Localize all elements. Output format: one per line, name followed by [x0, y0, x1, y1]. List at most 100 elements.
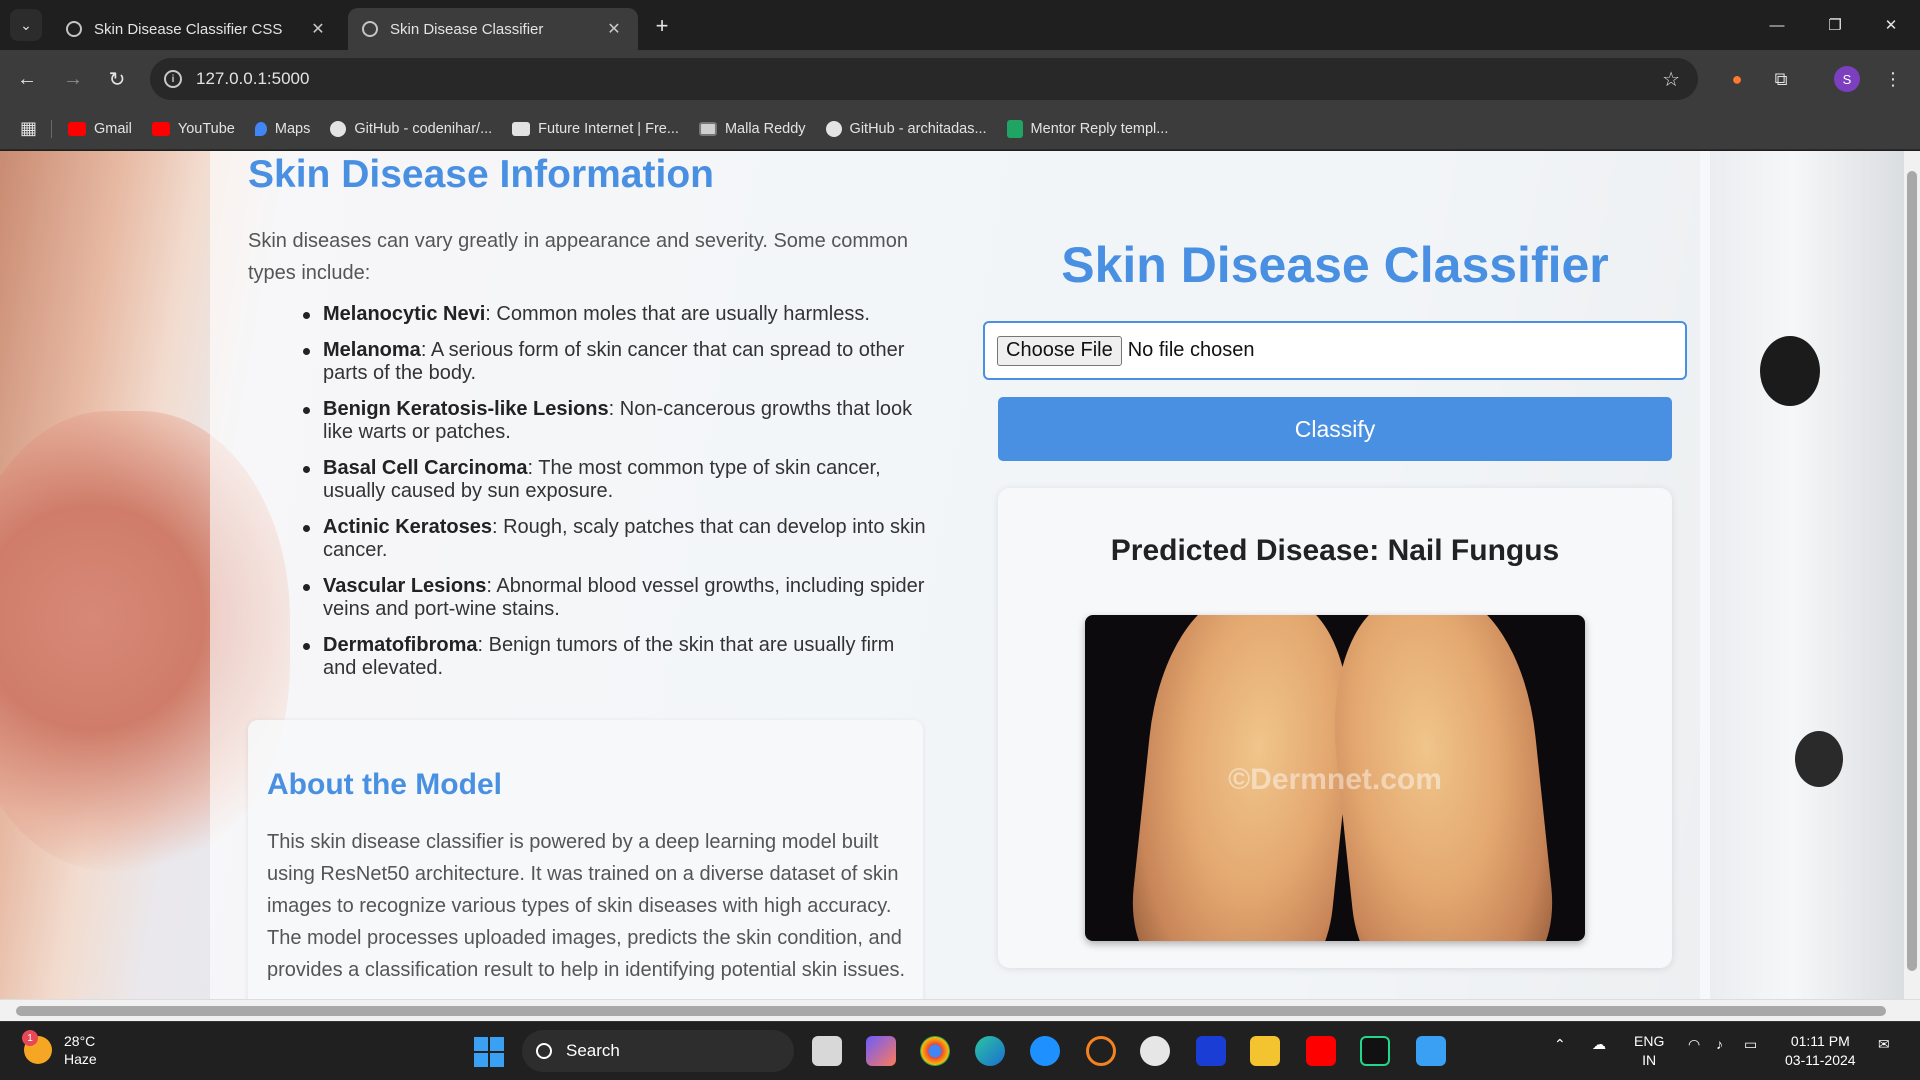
- app-icon[interactable]: [1196, 1036, 1226, 1066]
- notification-badge: 1: [22, 1030, 38, 1046]
- youtube-icon: [68, 121, 87, 136]
- about-title: About the Model: [267, 768, 502, 801]
- forward-button[interactable]: →: [58, 64, 88, 94]
- scrollbar-thumb[interactable]: [1907, 171, 1917, 971]
- decorative-shape: [1795, 731, 1843, 787]
- search-icon: [536, 1043, 552, 1059]
- restore-button[interactable]: ❐: [1806, 0, 1864, 50]
- clock[interactable]: 01:11 PM 03-11-2024: [1785, 1032, 1856, 1070]
- main-container: Skin Disease Information Skin diseases c…: [210, 151, 1710, 999]
- about-text: This skin disease classifier is powered …: [267, 831, 906, 981]
- back-button[interactable]: ←: [12, 64, 42, 94]
- page-viewport: Skin Disease Information Skin diseases c…: [0, 151, 1904, 999]
- extension-icon[interactable]: ●: [1724, 66, 1750, 92]
- language-indicator[interactable]: ENG IN: [1634, 1032, 1664, 1070]
- wifi-icon[interactable]: ◠: [1688, 1036, 1700, 1053]
- tab-title: Skin Disease Classifier: [390, 20, 544, 38]
- close-tab-icon[interactable]: ✕: [604, 19, 624, 39]
- tab-skin-classifier[interactable]: Skin Disease Classifier ✕: [348, 8, 638, 50]
- disease-name: Dermatofibroma: [323, 634, 478, 656]
- notification-icon[interactable]: ✉: [1878, 1036, 1890, 1053]
- profile-avatar[interactable]: S: [1834, 66, 1860, 92]
- minimize-icon: —: [1769, 16, 1785, 34]
- volume-icon[interactable]: ♪: [1716, 1036, 1723, 1052]
- info-intro: Skin diseases can vary greatly in appear…: [248, 230, 908, 284]
- chrome-icon[interactable]: [920, 1036, 950, 1066]
- choose-file-button[interactable]: Choose File: [997, 335, 1122, 366]
- disease-name: Basal Cell Carcinoma: [323, 457, 528, 479]
- taskbar-search[interactable]: Search: [522, 1030, 794, 1072]
- bookmark-github-architadas[interactable]: GitHub - architadas...: [825, 120, 987, 137]
- tab-skin-classifier-css[interactable]: Skin Disease Classifier CSS ✕: [52, 8, 342, 50]
- kebab-menu-icon[interactable]: ⋮: [1880, 66, 1906, 92]
- address-bar[interactable]: i 127.0.0.1:5000 ☆: [150, 58, 1698, 100]
- close-window-button[interactable]: ✕: [1862, 0, 1920, 50]
- disease-desc: : Common moles that are usually harmless…: [485, 303, 870, 325]
- list-item: Dermatofibroma: Benign tumors of the ski…: [303, 634, 933, 680]
- close-icon: ✕: [1884, 17, 1898, 34]
- start-button[interactable]: [474, 1037, 504, 1067]
- battery-icon[interactable]: ▭: [1744, 1036, 1757, 1053]
- app-icon[interactable]: [1140, 1036, 1170, 1066]
- classify-button[interactable]: Classify: [998, 397, 1672, 461]
- bookmark-label: Mentor Reply templ...: [1030, 120, 1169, 137]
- image-watermark: ©Dermnet.com: [1228, 763, 1442, 796]
- site-info-icon[interactable]: i: [164, 70, 182, 88]
- list-item: Actinic Keratoses: Rough, scaly patches …: [303, 516, 933, 562]
- bookmark-label: GitHub - architadas...: [849, 120, 987, 137]
- bookmark-future-internet[interactable]: Future Internet | Fre...: [512, 121, 679, 137]
- edge-icon[interactable]: [975, 1036, 1005, 1066]
- weather-text: 28°C Haze: [64, 1032, 97, 1068]
- scrollbar-thumb[interactable]: [16, 1006, 1886, 1016]
- task-view-icon[interactable]: [812, 1036, 842, 1066]
- minimize-button[interactable]: —: [1748, 0, 1806, 50]
- bookmark-mentor-reply[interactable]: Mentor Reply templ...: [1006, 119, 1169, 138]
- bookmark-star-icon[interactable]: ☆: [1662, 67, 1680, 92]
- bookmark-gmail[interactable]: Gmail: [68, 121, 132, 137]
- reload-button[interactable]: ↻: [102, 64, 132, 94]
- bookmark-label: Future Internet | Fre...: [538, 120, 679, 137]
- bookmark-maps[interactable]: Maps: [254, 120, 311, 137]
- favicon-icon: [362, 21, 378, 37]
- close-tab-icon[interactable]: ✕: [308, 19, 328, 39]
- new-tab-button[interactable]: +: [648, 12, 676, 40]
- result-card: Predicted Disease: Nail Fungus ©Dermnet.…: [998, 488, 1672, 968]
- reload-icon: ↻: [108, 68, 126, 91]
- browser-toolbar: ← → ↻ i 127.0.0.1:5000 ☆ ● ⧉ ⋮: [0, 50, 1920, 108]
- tab-search-button[interactable]: ⌄: [10, 9, 42, 41]
- youtube-icon[interactable]: [1306, 1036, 1336, 1066]
- bookmark-label: Maps: [274, 120, 311, 137]
- file-input[interactable]: Choose File No file chosen: [983, 321, 1687, 380]
- classifier-title: Skin Disease Classifier: [1061, 237, 1609, 293]
- restore-icon: ❐: [1828, 17, 1842, 34]
- info-title: Skin Disease Information: [248, 153, 714, 196]
- chevron-up-icon[interactable]: ⌃: [1554, 1036, 1566, 1053]
- list-item: Benign Keratosis-like Lesions: Non-cance…: [303, 398, 933, 444]
- notepad-icon[interactable]: [1416, 1036, 1446, 1066]
- cloud-offline-icon[interactable]: ☁: [1592, 1036, 1606, 1053]
- bookmark-label: Malla Reddy: [724, 120, 806, 137]
- bookmark-github-codenihar[interactable]: GitHub - codenihar/...: [330, 120, 493, 137]
- tab-strip: ⌄ Skin Disease Classifier CSS ✕ Skin Dis…: [0, 0, 1920, 50]
- temperature: 28°C: [64, 1033, 96, 1049]
- app-icon[interactable]: [1030, 1036, 1060, 1066]
- horizontal-scrollbar[interactable]: [0, 999, 1920, 1021]
- copilot-icon[interactable]: [866, 1036, 896, 1066]
- bookmark-malla-reddy[interactable]: Malla Reddy: [698, 120, 806, 137]
- bookmark-youtube[interactable]: YouTube: [151, 121, 235, 137]
- file-status-text: No file chosen: [1127, 339, 1255, 361]
- bookmark-label: Gmail: [94, 120, 132, 137]
- weather-widget[interactable]: 1 28°C Haze: [22, 1030, 97, 1068]
- sheets-icon: [1006, 119, 1023, 138]
- weather-condition: Haze: [64, 1051, 97, 1067]
- bookmark-label: GitHub - codenihar/...: [354, 120, 493, 137]
- apps-grid-icon[interactable]: ▦: [20, 118, 37, 139]
- vertical-scrollbar[interactable]: [1904, 151, 1920, 999]
- windows-logo-icon: [474, 1053, 488, 1067]
- extensions-puzzle-icon[interactable]: ⧉: [1768, 66, 1794, 92]
- file-explorer-icon[interactable]: [1250, 1036, 1280, 1066]
- page-icon: [512, 121, 531, 136]
- app-icon[interactable]: [1086, 1036, 1116, 1066]
- date-text: 03-11-2024: [1785, 1052, 1856, 1068]
- pycharm-icon[interactable]: [1360, 1036, 1390, 1066]
